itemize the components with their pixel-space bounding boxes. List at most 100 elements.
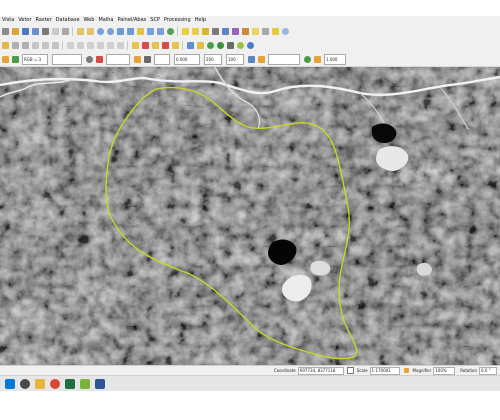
save-icon[interactable] <box>21 27 29 35</box>
separator <box>72 26 73 36</box>
scp-band-icon[interactable] <box>11 55 19 63</box>
screen-margin-top <box>0 0 500 16</box>
text-annotation-icon[interactable] <box>271 27 279 35</box>
statistics-icon[interactable] <box>231 27 239 35</box>
scale-field[interactable]: 1:170001 <box>369 366 400 375</box>
band-combination-select[interactable]: RGB = 3 <box>22 53 48 65</box>
word-icon[interactable] <box>95 379 105 389</box>
cut-icon[interactable] <box>76 41 84 49</box>
map-canvas[interactable] <box>0 67 500 365</box>
scp-search-icon[interactable] <box>303 55 311 63</box>
scp-settings-icon[interactable] <box>226 41 234 49</box>
pan-selection-icon[interactable] <box>86 27 94 35</box>
scp-field-small[interactable] <box>154 53 170 65</box>
globe-icon[interactable] <box>246 41 254 49</box>
layout-icon[interactable] <box>51 27 59 35</box>
python-icon[interactable] <box>196 41 204 49</box>
menu-scp[interactable]: SCP <box>148 16 162 24</box>
attribute-table-icon[interactable] <box>211 27 219 35</box>
digitize-icon[interactable] <box>11 41 19 49</box>
toolbar-editing <box>0 38 500 53</box>
menu-database[interactable]: Database <box>54 16 82 24</box>
node-tool-icon[interactable] <box>51 41 59 49</box>
magnifier-label: Magnifier <box>412 368 432 373</box>
file-explorer-icon[interactable] <box>35 379 45 389</box>
scp-roi-icon[interactable] <box>206 41 214 49</box>
refresh-icon[interactable] <box>166 27 174 35</box>
select-icon[interactable] <box>191 27 199 35</box>
scp-field-c[interactable]: 100 <box>226 53 244 65</box>
windows-start-icon[interactable] <box>5 379 15 389</box>
scp-preview-icon[interactable] <box>85 55 93 63</box>
label-move-icon[interactable] <box>151 41 159 49</box>
qgis-icon[interactable] <box>80 379 90 389</box>
menu-vista[interactable]: Vista <box>0 16 16 24</box>
render-checkbox[interactable] <box>346 367 354 374</box>
paste-icon[interactable] <box>96 41 104 49</box>
menu-web[interactable]: Web <box>82 16 97 24</box>
roi-select[interactable] <box>106 53 130 65</box>
pan-icon[interactable] <box>76 27 84 35</box>
map-tips-icon[interactable] <box>261 27 269 35</box>
scp-preview-combo[interactable] <box>268 53 300 65</box>
chrome-icon[interactable] <box>50 379 60 389</box>
scale-label: Scale <box>356 368 368 373</box>
zoom-out-icon[interactable] <box>106 27 114 35</box>
edit-icon[interactable] <box>1 41 9 49</box>
rotation-field[interactable]: 0.0 ° <box>479 366 497 375</box>
measure-icon[interactable] <box>241 27 249 35</box>
zoom-in-icon[interactable] <box>96 27 104 35</box>
scp-roi-pointer-icon[interactable] <box>95 55 103 63</box>
label-icon[interactable] <box>131 41 139 49</box>
save-edits-icon[interactable] <box>21 41 29 49</box>
menu-vetor[interactable]: Vetor <box>16 16 33 24</box>
zoom-layer-icon[interactable] <box>126 27 134 35</box>
field-calc-icon[interactable] <box>221 27 229 35</box>
scp-field-d[interactable]: 1.000 <box>324 53 346 65</box>
scp-classify-icon[interactable] <box>216 41 224 49</box>
coordinate-field[interactable]: 697734, 8377118 <box>297 366 344 375</box>
excel-icon[interactable] <box>65 379 75 389</box>
menu-processing[interactable]: Processing <box>162 16 193 24</box>
print-icon[interactable] <box>41 27 49 35</box>
save-as-icon[interactable] <box>31 27 39 35</box>
menu-malha[interactable]: Malha <box>96 16 115 24</box>
zoom-last-icon[interactable] <box>146 27 154 35</box>
style-icon[interactable] <box>61 27 69 35</box>
zoom-full-icon[interactable] <box>116 27 124 35</box>
add-feature-icon[interactable] <box>31 41 39 49</box>
zoom-next-icon[interactable] <box>156 27 164 35</box>
scp-filter-icon[interactable] <box>257 55 265 63</box>
search-icon[interactable] <box>20 379 30 389</box>
identify-icon[interactable] <box>181 27 189 35</box>
lock-scale-icon[interactable] <box>404 368 410 373</box>
new-project-icon[interactable] <box>1 27 9 35</box>
scp-home-icon[interactable] <box>1 55 9 63</box>
menu-painel-abas[interactable]: Painel/Abas <box>115 16 148 24</box>
copy-icon[interactable] <box>86 41 94 49</box>
label-pin-icon[interactable] <box>141 41 149 49</box>
label-rotate-icon[interactable] <box>161 41 169 49</box>
band-set-select[interactable] <box>52 53 82 65</box>
magnifier-field[interactable]: 100% <box>433 366 456 375</box>
scp-field-a[interactable]: 0.000 <box>174 53 200 65</box>
delete-icon[interactable] <box>66 41 74 49</box>
menu-raster[interactable]: Raster <box>34 16 54 24</box>
annotation-icon[interactable] <box>251 27 259 35</box>
scp-draw-icon[interactable] <box>133 55 141 63</box>
redo-icon[interactable] <box>116 41 124 49</box>
scp-redo-icon[interactable] <box>143 55 151 63</box>
deselect-icon[interactable] <box>201 27 209 35</box>
undo-icon[interactable] <box>106 41 114 49</box>
zoom-selection-icon[interactable] <box>136 27 144 35</box>
scp-field-b[interactable]: 200 <box>204 53 222 65</box>
grass-icon[interactable] <box>236 41 244 49</box>
label-change-icon[interactable] <box>171 41 179 49</box>
move-feature-icon[interactable] <box>41 41 49 49</box>
scp-classification-icon[interactable] <box>313 55 321 63</box>
open-icon[interactable] <box>11 27 19 35</box>
scp-zoom-icon[interactable] <box>247 55 255 63</box>
menu-help[interactable]: Help <box>193 16 208 24</box>
plugin-icon[interactable] <box>186 41 194 49</box>
help-icon[interactable] <box>281 27 289 35</box>
